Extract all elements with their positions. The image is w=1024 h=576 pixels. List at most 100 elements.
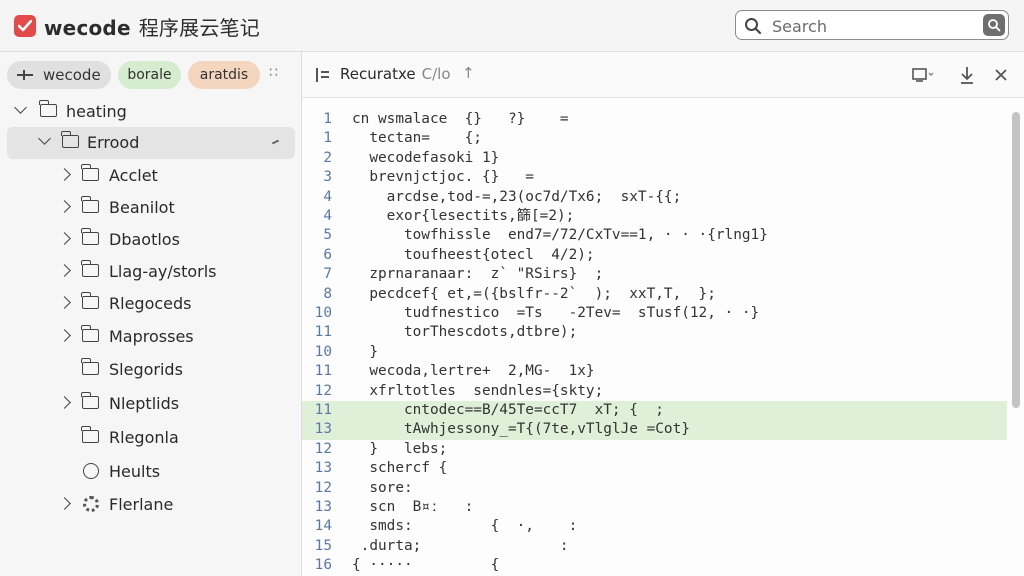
- code-text: tectan= {;: [352, 130, 482, 147]
- chevron-right-icon[interactable]: [58, 200, 71, 213]
- folder-icon: [81, 392, 99, 409]
- tree-item-rlegonla[interactable]: Rlegonla: [0, 422, 302, 454]
- chevron-right-icon[interactable]: [58, 168, 71, 181]
- line-number: 15: [314, 537, 332, 554]
- code-line[interactable]: 2 wecodefasoki 1}: [302, 149, 1007, 168]
- code-editor: Recuratxe C/lo ↑ 1 cn wsmalace {} ?} = 1 te…: [302, 52, 1024, 576]
- code-line[interactable]: 13 scn B¤ː :: [302, 498, 1007, 517]
- search-box[interactable]: [735, 10, 1009, 40]
- line-number: 13: [314, 499, 332, 515]
- code-text: smds: { ·, :: [352, 518, 578, 535]
- search-icon: [744, 17, 762, 39]
- tree-item-heults[interactable]: Heults: [0, 456, 302, 488]
- line-number: 3: [323, 169, 332, 186]
- tree-item-dbaotlos[interactable]: Dbaotlos: [0, 224, 302, 256]
- code-line[interactable]: 6 toufheest{otecl 4/2);: [302, 246, 1007, 265]
- code-line[interactable]: 4 arcdse,tod-=,23(oc7d/Tx6; sxT-{{;: [302, 188, 1007, 207]
- line-number: 11: [314, 402, 332, 418]
- chevron-right-icon[interactable]: [58, 497, 71, 510]
- folder-icon: [81, 325, 99, 342]
- tree-item-nleptlids[interactable]: Nleptlids: [0, 388, 302, 420]
- edit-icon[interactable]: [271, 139, 280, 145]
- tree-item-beanilot[interactable]: Beanilot: [0, 192, 302, 224]
- code-line[interactable]: 1 tectan= {;: [302, 129, 1007, 148]
- chip-label: wecode: [43, 66, 101, 84]
- chip-aratdis[interactable]: aratdis: [188, 61, 260, 89]
- code-line[interactable]: 7 zprnaranaar: z` "RSirs} ;: [302, 265, 1007, 284]
- search-submit-button[interactable]: [983, 14, 1005, 36]
- code-line[interactable]: 11 wecoda,lertre+ 2,MG- 1x}: [302, 362, 1007, 381]
- line-number: 8: [323, 285, 332, 302]
- tree-item-slegorids[interactable]: Slegorids: [0, 354, 302, 386]
- search-input[interactable]: [770, 14, 974, 38]
- close-icon[interactable]: [990, 64, 1012, 86]
- line-number: 12: [314, 382, 332, 399]
- code-line[interactable]: 13 tAwhjessony_=T{(7te,vTlglJe =Cot}: [302, 420, 1007, 440]
- code-line[interactable]: 14 smds: { ·, :: [302, 517, 1007, 536]
- code-text: toufheest{otecl 4/2);: [352, 246, 595, 263]
- editor-tab-title[interactable]: Recuratxe C/lo: [340, 65, 451, 83]
- preview-icon[interactable]: [912, 64, 934, 86]
- code-text: tAwhjessony_=T{(7te,vTlglJe =Cot}: [352, 421, 690, 438]
- editor-tabbar: Recuratxe C/lo ↑: [302, 52, 1024, 98]
- code-text: }: [352, 343, 378, 360]
- tree-item-flerlane[interactable]: Flerlane: [0, 489, 302, 521]
- tree-item-llag-ay-storls[interactable]: Llag-ay/storls: [0, 256, 302, 288]
- code-line[interactable]: 5 towfhissle end7=/72/CxTv==1, · · ·{rln…: [302, 226, 1007, 245]
- chip-wecode[interactable]: wecode: [7, 61, 111, 89]
- code-text: wecodefasoki 1}: [352, 149, 500, 166]
- chevron-right-icon[interactable]: [58, 232, 71, 245]
- chevron-right-icon[interactable]: [58, 296, 71, 309]
- tree-item-label: Maprosses: [109, 327, 194, 346]
- code-text: torThescdots,dtbre);: [352, 324, 578, 341]
- chevron-down-icon[interactable]: [38, 132, 51, 145]
- code-text: } lebs;: [352, 440, 448, 457]
- tree-item-errood[interactable]: Errood: [7, 127, 295, 159]
- code-text: zprnaranaar: z` "RSirs} ;: [352, 266, 604, 283]
- code-line[interactable]: 12 } lebs;: [302, 440, 1007, 459]
- vertical-scrollbar[interactable]: [1012, 112, 1020, 408]
- line-number: 4: [323, 208, 332, 224]
- code-line[interactable]: 1 cn wsmalace {} ?} =: [302, 110, 1007, 129]
- app-logo-icon: [14, 15, 36, 37]
- chevron-down-icon[interactable]: [14, 101, 27, 114]
- code-text: arcdse,tod-=,23(oc7d/Tx6; sxT-{{;: [352, 188, 682, 205]
- code-line[interactable]: 15 .durta; :: [302, 537, 1007, 556]
- code-line[interactable]: 10 tudfnestico =Ts -2Tev= sTusf(12, · ·}: [302, 304, 1007, 323]
- code-line[interactable]: 3 brevnjctjoc. {} =: [302, 168, 1007, 187]
- download-icon[interactable]: [956, 64, 978, 86]
- code-line[interactable]: 12 sore:: [302, 479, 1007, 498]
- chevron-right-icon[interactable]: [58, 264, 71, 277]
- chip-borale[interactable]: borale: [118, 61, 181, 89]
- line-number: 16: [314, 557, 332, 574]
- code-line[interactable]: 4 exor{lesectits,篩[=2);: [302, 207, 1007, 226]
- code-line[interactable]: 8 pecdcef{ et,=({bslfr--2` ); xxT,T, };: [302, 285, 1007, 304]
- chevron-right-icon[interactable]: [58, 396, 71, 409]
- code-line[interactable]: 10 }: [302, 343, 1007, 362]
- app-header: wecode 程序展云笔记: [0, 0, 1024, 52]
- code-line[interactable]: 12 xfrltotles sendnles={skty;: [302, 382, 1007, 401]
- tree-item-maprosses[interactable]: Maprosses: [0, 321, 302, 353]
- tree-item-heating[interactable]: heating: [0, 96, 302, 128]
- code-line[interactable]: 11 cntodec==B/45Te=ccT7 xT; { ;: [302, 401, 1007, 421]
- more-icon[interactable]: ∷: [269, 65, 279, 81]
- arrow-up-icon[interactable]: ↑: [462, 64, 475, 82]
- pin-icon: [17, 70, 33, 80]
- line-number: 4: [323, 188, 332, 205]
- tree-item-rlegoceds[interactable]: Rlegoceds: [0, 288, 302, 320]
- line-number: 11: [314, 363, 332, 380]
- chevron-right-icon[interactable]: [58, 329, 71, 342]
- gear-icon: [83, 496, 99, 512]
- code-text: pecdcef{ et,=({bslfr--2` ); xxT,T, };: [352, 285, 716, 302]
- code-line[interactable]: 11 torThescdots,dtbre);: [302, 323, 1007, 342]
- code-text: cn wsmalace {} ?} =: [352, 111, 569, 127]
- code-text: { ····· {: [352, 557, 500, 574]
- code-line[interactable]: 13 schercf {: [302, 459, 1007, 478]
- tree-item-acclet[interactable]: Acclet: [0, 160, 302, 192]
- code-line[interactable]: 16 { ····· {: [302, 556, 1007, 575]
- folder-icon: [61, 131, 79, 148]
- tree-item-label: Flerlane: [109, 495, 174, 514]
- code-text: tudfnestico =Ts -2Tev= sTusf(12, · ·}: [352, 305, 760, 321]
- line-number: 1: [323, 111, 332, 127]
- line-number: 13: [314, 460, 332, 477]
